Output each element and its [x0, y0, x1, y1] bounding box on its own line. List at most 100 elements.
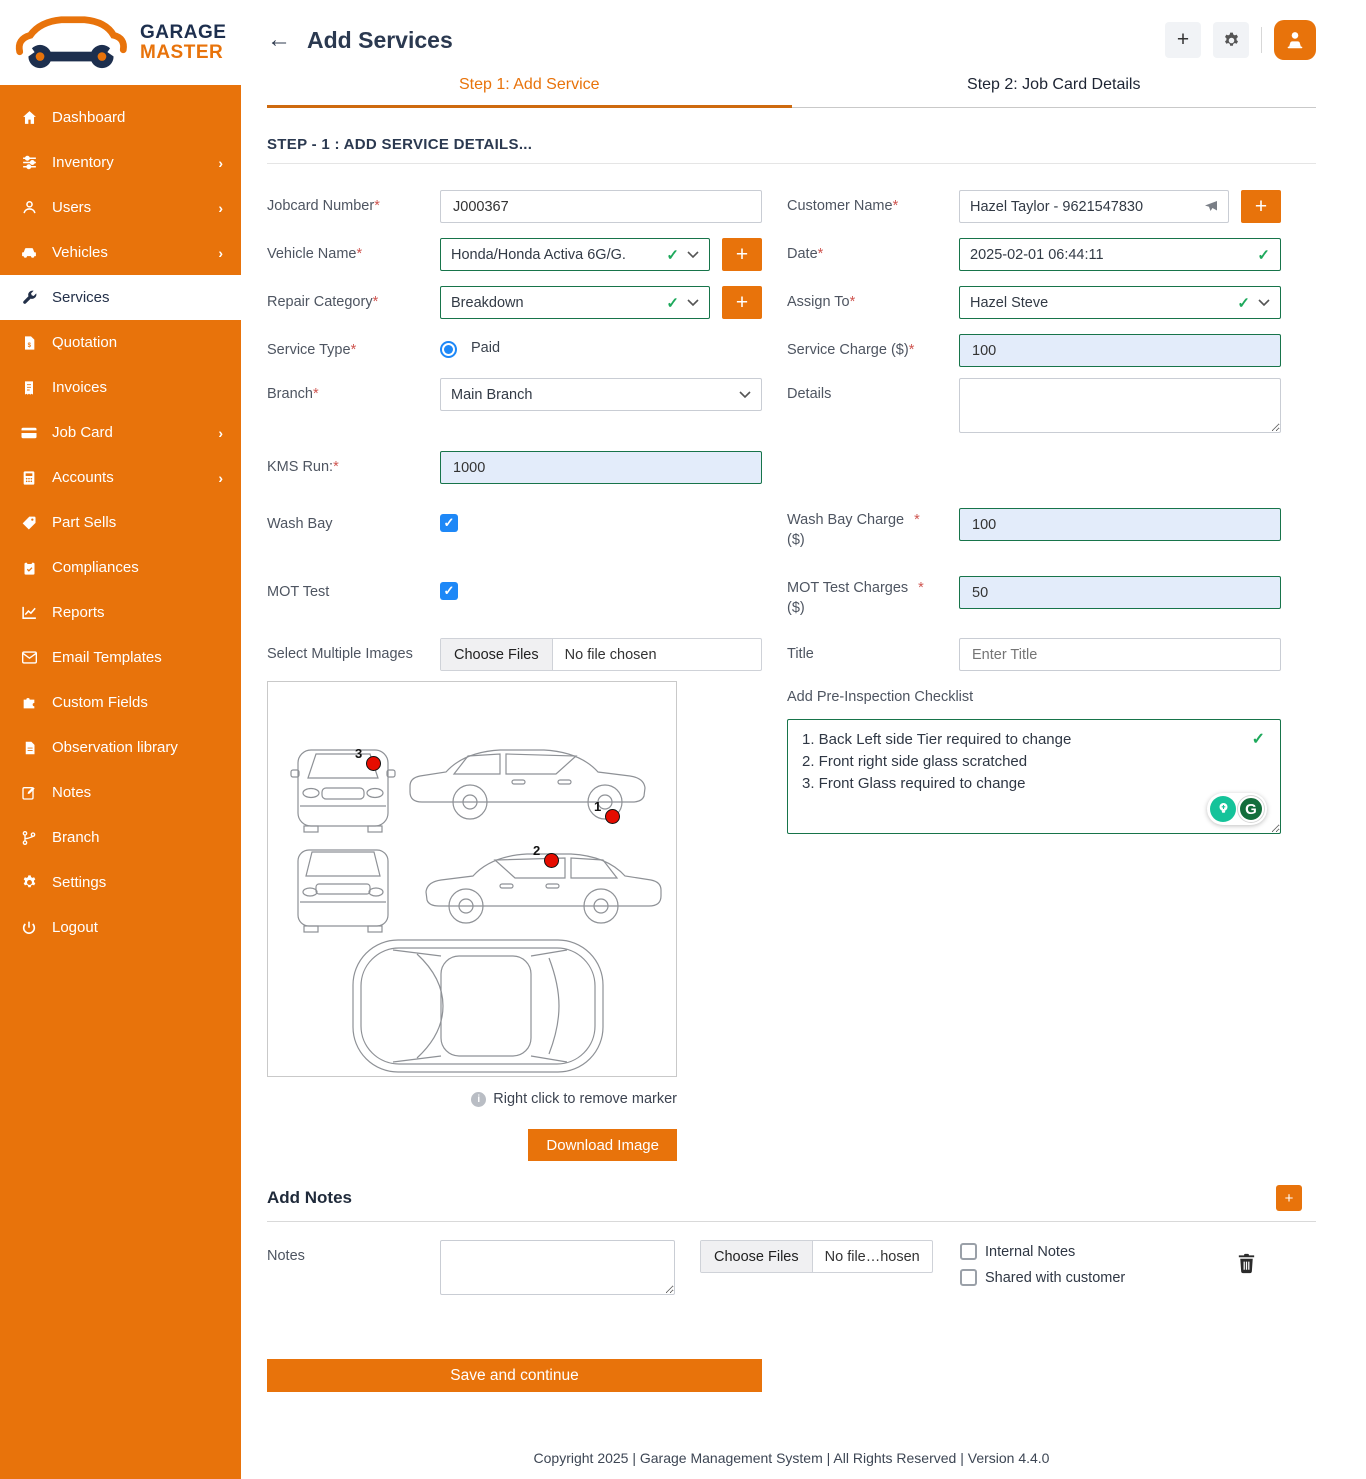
sidebar-item-email-templates[interactable]: Email Templates	[0, 635, 241, 680]
grammarly-g-icon[interactable]: G	[1238, 796, 1264, 822]
pre-inspection-checklist-textarea[interactable]: 1. Back Left side Tier required to chang…	[787, 719, 1281, 834]
sidebar-item-invoices[interactable]: Invoices	[0, 365, 241, 410]
valid-check-icon: ✓	[666, 246, 679, 264]
mot-test-charges-input[interactable]	[959, 576, 1281, 609]
diagram-checklist-row: 1 2 3 i Right click to remove marker Dow…	[267, 681, 1316, 1161]
choose-files-button[interactable]: Choose Files	[441, 639, 553, 670]
chevron-down-icon	[687, 299, 699, 307]
sliders-icon	[20, 154, 38, 172]
mot-test-checkbox[interactable]: ✓	[440, 582, 458, 600]
chart-icon	[20, 604, 38, 622]
sidebar-item-dashboard[interactable]: Dashboard	[0, 95, 241, 140]
shared-with-customer-option[interactable]: Shared with customer	[960, 1269, 1125, 1286]
save-and-continue-button[interactable]: Save and continue	[267, 1359, 762, 1392]
sidebar-item-notes[interactable]: Notes	[0, 770, 241, 815]
home-icon	[20, 109, 38, 127]
date-input[interactable]: 2025-02-01 06:44:11 ✓	[959, 238, 1281, 271]
add-note-button[interactable]: +	[1276, 1185, 1302, 1211]
select-multiple-images-label: Select Multiple Images	[267, 638, 440, 665]
car-outline-sketch	[268, 682, 676, 1076]
internal-notes-checkbox[interactable]	[960, 1243, 977, 1260]
branch-label: Branch*	[267, 378, 440, 405]
sidebar-item-reports[interactable]: Reports	[0, 590, 241, 635]
sidebar-nav: Dashboard Inventory › Users › Vehicles ›…	[0, 85, 241, 950]
wash-bay-charge-input[interactable]	[959, 508, 1281, 541]
pre-inspection-column: Add Pre-Inspection Checklist 1. Back Lef…	[787, 681, 1281, 839]
calculator-icon	[20, 469, 38, 487]
quotation-file-icon: $	[20, 334, 38, 352]
add-button[interactable]: +	[1165, 22, 1201, 58]
sidebar-item-compliances[interactable]: Compliances	[0, 545, 241, 590]
add-repair-category-button[interactable]: +	[722, 286, 762, 319]
title-input[interactable]	[959, 638, 1281, 671]
notes-textarea[interactable]	[440, 1240, 675, 1295]
sidebar-item-inventory[interactable]: Inventory ›	[0, 140, 241, 185]
notes-options: Internal Notes Shared with customer	[960, 1240, 1125, 1286]
service-type-paid-radio[interactable]	[440, 341, 457, 358]
add-vehicle-button[interactable]: +	[722, 238, 762, 271]
service-charge-input[interactable]	[959, 334, 1281, 367]
vehicle-name-select[interactable]: Honda/Honda Activa 6G/G. ✓	[440, 238, 710, 271]
mot-test-label: MOT Test	[267, 576, 440, 603]
sidebar-item-logout[interactable]: Logout	[0, 905, 241, 950]
form-row: KMS Run:*	[267, 451, 1316, 484]
divider	[1261, 27, 1262, 53]
details-textarea[interactable]	[959, 378, 1281, 433]
user-avatar-button[interactable]	[1274, 20, 1316, 60]
service-charge-label: Service Charge ($)*	[787, 334, 959, 361]
wash-bay-checkbox[interactable]: ✓	[440, 514, 458, 532]
delete-note-button[interactable]	[1235, 1252, 1258, 1280]
grammarly-widget[interactable]: G	[1207, 793, 1267, 825]
car-icon	[20, 244, 38, 262]
garage-master-logo-icon	[10, 13, 132, 73]
images-file-input[interactable]: Choose Files No file chosen	[440, 638, 762, 671]
assign-to-select[interactable]: Hazel Steve ✓	[959, 286, 1281, 319]
sidebar-item-observation-library[interactable]: Observation library	[0, 725, 241, 770]
chevron-right-icon: ›	[218, 470, 223, 486]
sidebar-item-services[interactable]: Services	[0, 275, 241, 320]
sidebar-item-vehicles[interactable]: Vehicles ›	[0, 230, 241, 275]
back-arrow-icon[interactable]: ←	[267, 28, 291, 52]
add-customer-button[interactable]: +	[1241, 190, 1281, 223]
internal-notes-option[interactable]: Internal Notes	[960, 1243, 1125, 1260]
sidebar-item-job-card[interactable]: Job Card ›	[0, 410, 241, 455]
brand-logo[interactable]: GARAGE MASTER	[0, 0, 241, 85]
document-icon	[20, 739, 38, 757]
sidebar-item-quotation[interactable]: $ Quotation	[0, 320, 241, 365]
shared-with-customer-checkbox[interactable]	[960, 1269, 977, 1286]
page-title: Add Services	[307, 27, 453, 54]
choose-files-button[interactable]: Choose Files	[701, 1241, 813, 1272]
grammarly-suggestion-icon[interactable]	[1210, 796, 1236, 822]
vehicle-diagram-column: 1 2 3 i Right click to remove marker Dow…	[267, 681, 677, 1161]
tab-step2-job-card-details[interactable]: Step 2: Job Card Details	[792, 76, 1317, 108]
sidebar-item-users[interactable]: Users ›	[0, 185, 241, 230]
file-chosen-text: No file chosen	[553, 639, 669, 670]
clipboard-check-icon	[20, 559, 38, 577]
notes-row: Notes Choose Files No file…hosen Interna…	[267, 1240, 1316, 1295]
download-image-button[interactable]: Download Image	[528, 1129, 677, 1161]
settings-gear-button[interactable]	[1213, 22, 1249, 58]
vehicle-damage-diagram[interactable]: 1 2 3	[267, 681, 677, 1077]
form-row: Select Multiple Images Choose Files No f…	[267, 638, 1316, 671]
footer-copyright: Copyright 2025 | Garage Management Syste…	[267, 1450, 1316, 1466]
repair-category-select[interactable]: Breakdown ✓	[440, 286, 710, 319]
form-row: MOT Test ✓ MOT Test Charges* ($)	[267, 576, 1316, 618]
kms-run-input[interactable]	[440, 451, 762, 484]
notes-file-input[interactable]: Choose Files No file…hosen	[700, 1240, 933, 1273]
customer-name-label: Customer Name*	[787, 190, 959, 217]
jobcard-number-input[interactable]	[440, 190, 762, 223]
diagram-hint: i Right click to remove marker	[267, 1091, 677, 1107]
form-row: Jobcard Number* Customer Name* Hazel Tay…	[267, 190, 1316, 223]
customer-name-select[interactable]: Hazel Taylor - 9621547830	[959, 190, 1229, 223]
notes-label: Notes	[267, 1240, 440, 1267]
branch-select[interactable]: Main Branch	[440, 378, 762, 411]
sidebar-item-custom-fields[interactable]: Custom Fields	[0, 680, 241, 725]
sidebar-item-accounts[interactable]: Accounts ›	[0, 455, 241, 500]
sidebar-item-part-sells[interactable]: Part Sells	[0, 500, 241, 545]
chevron-right-icon: ›	[218, 425, 223, 441]
form-row: Vehicle Name* Honda/Honda Activa 6G/G. ✓…	[267, 238, 1316, 271]
sidebar-item-settings[interactable]: Settings	[0, 860, 241, 905]
chevron-down-icon	[1258, 299, 1270, 307]
sidebar-item-branch[interactable]: Branch	[0, 815, 241, 860]
tab-step1-add-service[interactable]: Step 1: Add Service	[267, 76, 792, 108]
